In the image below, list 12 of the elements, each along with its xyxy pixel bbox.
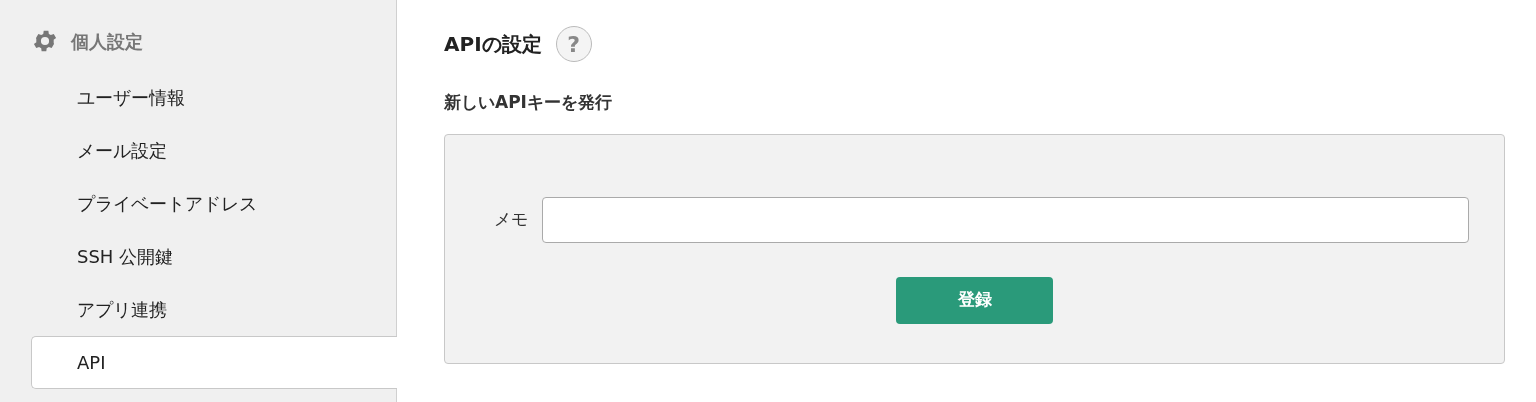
register-button[interactable]: 登録 — [896, 276, 1053, 324]
sidebar-header: 個人設定 — [71, 29, 143, 54]
memo-field[interactable] — [542, 196, 1469, 243]
sidebar-item[interactable]: メール設定 — [31, 124, 396, 177]
sidebar-item[interactable]: アプリ連携 — [31, 283, 396, 336]
page-title: APIの設定 — [444, 31, 542, 58]
memo-label: メモ — [494, 207, 528, 231]
sidebar-item[interactable]: ユーザー情報 — [31, 71, 396, 124]
sidebar-item[interactable]: API — [31, 336, 397, 389]
section-title: 新しいAPIキーを発行 — [444, 91, 613, 114]
sidebar-item[interactable]: プライベートアドレス — [31, 177, 396, 230]
sidebar-item[interactable]: SSH 公開鍵 — [31, 230, 396, 283]
